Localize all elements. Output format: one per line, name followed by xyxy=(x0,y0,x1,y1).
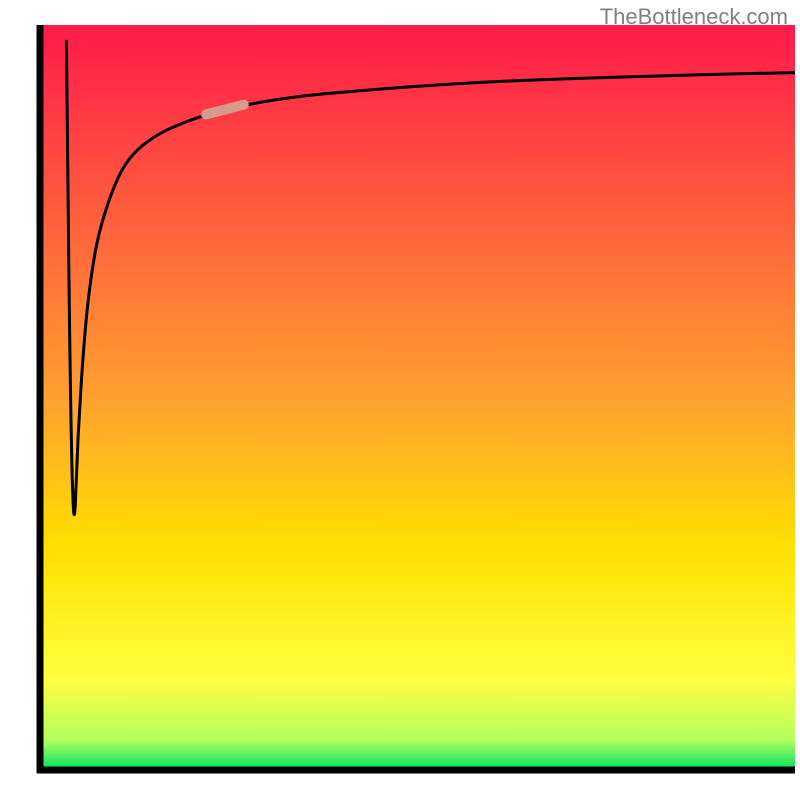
watermark: TheBottleneck.com xyxy=(600,4,788,30)
bottleneck-chart xyxy=(0,0,800,800)
